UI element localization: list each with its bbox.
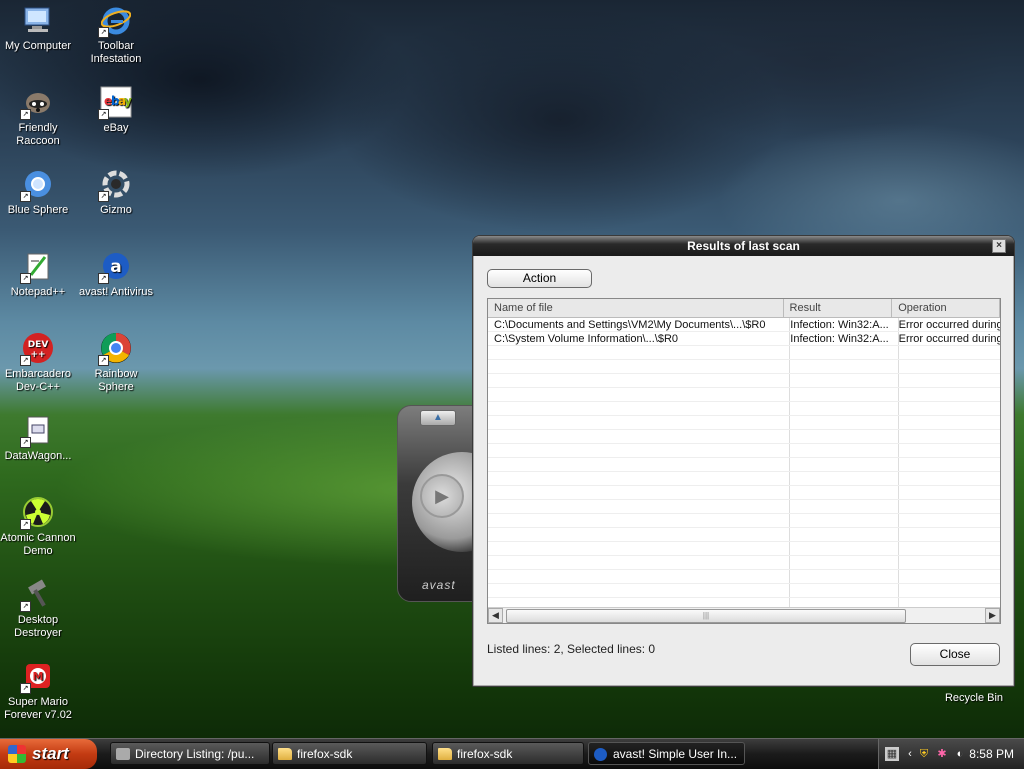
chromium-icon: ↗ [20,168,54,202]
taskbar: start Directory Listing: /pu... firefox-… [0,738,1024,769]
column-header-operation[interactable]: Operation [892,299,1000,317]
svg-text:y: y [124,94,132,108]
hammer-icon: ↗ [20,578,54,612]
close-button[interactable]: Close [910,643,1000,666]
scroll-right-icon[interactable]: ▶ [985,608,1000,623]
taskbar-item-firefox-sdk-2[interactable]: firefox-sdk [432,742,584,765]
ebay-icon: ebay ↗ [98,86,132,120]
taskbar-item-firefox-sdk-1[interactable]: firefox-sdk [272,742,427,765]
table-row[interactable]: C:\Documents and Settings\VM2\My Documen… [488,318,1000,332]
windows-flag-icon [8,745,26,763]
close-icon[interactable]: × [992,239,1006,253]
desktop-icon-notepadpp[interactable]: ↗ Notepad++ [0,248,76,299]
dialog-title: Results of last scan [687,239,800,253]
system-tray: ▦ ‹ ⛨ ✱ ◐ 8:58 PM [878,739,1024,769]
scroll-left-icon[interactable]: ◀ [488,608,503,623]
mario-icon: M ↗ [20,660,54,694]
chrome-icon: ↗ [98,332,132,366]
folder-icon [278,748,292,760]
browser-icon [116,748,130,760]
status-text: Listed lines: 2, Selected lines: 0 [487,642,656,656]
desktop-icon-friendly-raccoon[interactable]: ↗ Friendly Raccoon [0,84,76,148]
horizontal-scrollbar[interactable]: ◀ ||| ▶ [488,607,1000,623]
recycle-bin-label[interactable]: Recycle Bin [930,692,1018,704]
taskbar-item-avast[interactable]: avast! Simple User In... [588,742,745,765]
dialog-titlebar[interactable]: Results of last scan × [473,236,1014,256]
avast-icon [594,748,607,761]
play-icon[interactable]: ▶ [420,474,464,518]
clock[interactable]: 8:58 PM [969,747,1014,761]
action-button[interactable]: Action [487,269,592,288]
scroll-thumb[interactable]: ||| [506,609,906,623]
start-button[interactable]: start [0,739,97,769]
table-row[interactable]: C:\System Volume Information\...\$R0 Inf… [488,332,1000,346]
avast-icon: a ↗ [98,250,132,284]
desktop-icon-atomic-cannon[interactable]: ↗ Atomic Cannon Demo [0,494,76,558]
list-rows: C:\Documents and Settings\VM2\My Documen… [488,318,1000,607]
scan-results-dialog: Results of last scan × Action Name of fi… [472,235,1015,687]
eject-icon[interactable]: ▲ [420,410,456,426]
desktop-icon-avast[interactable]: a ↗ avast! Antivirus [78,248,154,299]
desktop-icon-rainbow-sphere[interactable]: ↗ Rainbow Sphere [78,330,154,394]
column-header-name[interactable]: Name of file [488,299,784,317]
desktop-icon-my-computer[interactable]: My Computer [0,2,76,53]
desktop-icon-ebay[interactable]: ebay ↗ eBay [78,84,154,135]
svg-text:++: ++ [30,350,45,360]
gadget-brand: avast [422,578,456,592]
svg-text:M: M [33,670,44,683]
keyboard-icon[interactable]: ▦ [885,747,899,761]
shield-icon[interactable]: ⛨ [917,747,931,761]
desktop-icon-datawagon[interactable]: ↗ DataWagon... [0,412,76,463]
desktop-icon-blue-sphere[interactable]: ↗ Blue Sphere [0,166,76,217]
notepadpp-icon: ↗ [20,250,54,284]
network-icon[interactable]: ✱ [935,747,949,761]
volume-icon[interactable]: ◐ [953,747,967,761]
list-header: Name of file Result Operation [488,299,1000,318]
svg-text:DEV: DEV [28,340,49,350]
desktop-icon-desktop-destroyer[interactable]: ↗ Desktop Destroyer [0,576,76,640]
folder-icon [438,748,452,760]
scan-results-list[interactable]: Name of file Result Operation C:\Documen… [487,298,1001,624]
ie-icon: ↗ [98,4,132,38]
raccoon-icon: ↗ [20,86,54,120]
desktop-icon-super-mario[interactable]: M ↗ Super Mario Forever v7.02 [0,658,76,722]
desktop-icon-devcpp[interactable]: DEV ++ ↗ Embarcadero Dev-C++ [0,330,76,394]
taskbar-item-directory-listing[interactable]: Directory Listing: /pu... [110,742,270,765]
svg-text:a: a [110,257,121,277]
computer-icon [22,4,54,36]
chevron-left-icon[interactable]: ‹ [903,747,917,761]
radiation-icon: ↗ [20,496,54,530]
devcpp-icon: DEV ++ ↗ [20,332,54,366]
document-icon: ↗ [20,414,54,448]
desktop-icon-gizmo[interactable]: ↗ Gizmo [78,166,154,217]
gizmo-icon: ↗ [98,168,132,202]
desktop-icon-toolbar-infestation[interactable]: ↗ Toolbar Infestation [78,2,154,66]
column-header-result[interactable]: Result [784,299,893,317]
